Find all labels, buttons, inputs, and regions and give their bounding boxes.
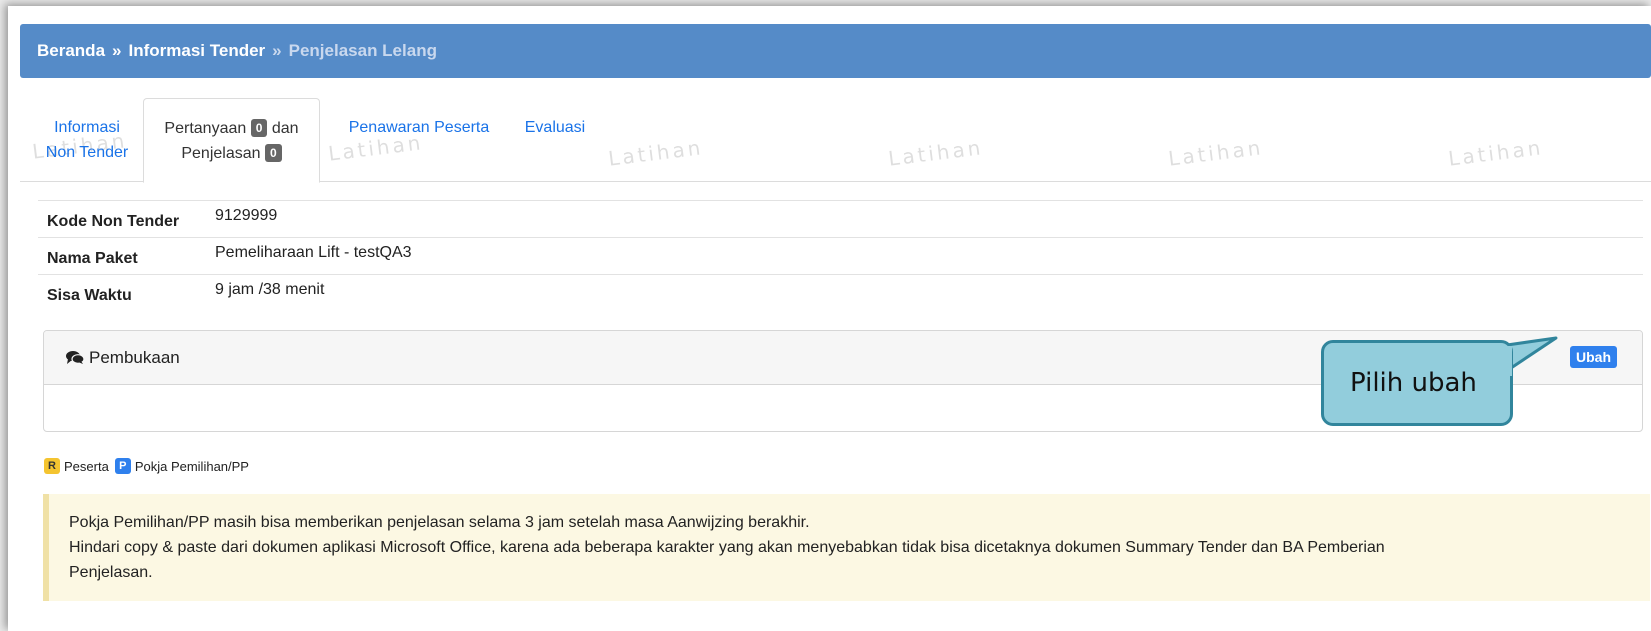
instruction-callout: Pilih ubah (1321, 340, 1513, 426)
callout-pointer-cover (1500, 346, 1512, 376)
tab-informasi-non-tender[interactable]: Informasi Non Tender (31, 98, 143, 182)
breadcrumb-separator: » (272, 41, 282, 60)
tab-label: Informasi (54, 119, 120, 136)
tab-evaluasi[interactable]: Evaluasi (514, 98, 596, 182)
row-value: Pemeliharaan Lift - testQA3 (215, 237, 1643, 275)
tab-label: Non Tender (45, 144, 129, 161)
row-value: 9 jam /38 menit (215, 274, 1643, 312)
tab-label: dan (271, 120, 299, 137)
row-label: Nama Paket (38, 237, 215, 275)
peserta-badge: R (44, 458, 60, 474)
breadcrumb-separator: » (112, 41, 122, 60)
breadcrumb-home-link[interactable]: Beranda (37, 41, 105, 61)
tab-label: Penawaran Peserta (348, 119, 490, 136)
ubah-button[interactable]: Ubah (1570, 346, 1617, 368)
page-frame: Latihan Latihan Latihan Latihan Latihan … (8, 6, 1651, 631)
alert-line: Hindari copy & paste dari dokumen aplika… (69, 539, 1385, 556)
table-row: Sisa Waktu 9 jam /38 menit (38, 274, 1643, 312)
tab-label: Penjelasan (181, 145, 261, 162)
tab-label: Pertanyaan (164, 120, 247, 137)
tab-penawaran-peserta[interactable]: Penawaran Peserta (338, 98, 500, 182)
table-row: Kode Non Tender 9129999 (38, 200, 1643, 238)
alert-line: Penjelasan. (69, 564, 153, 581)
alert-line: Pokja Pemilihan/PP masih bisa memberikan… (69, 514, 810, 531)
table-row: Nama Paket Pemeliharaan Lift - testQA3 (38, 237, 1643, 275)
tab-pertanyaan-penjelasan[interactable]: Pertanyaan 0 dan Penjelasan 0 (143, 98, 320, 183)
tab-label: Evaluasi (524, 119, 586, 136)
row-value: 9129999 (215, 200, 1643, 238)
row-label: Kode Non Tender (38, 200, 215, 238)
info-table: Kode Non Tender 9129999 Nama Paket Pemel… (38, 200, 1643, 312)
legend-label: Peserta (64, 458, 109, 474)
panel-title: Pembukaan (89, 347, 180, 367)
callout-text: Pilih ubah (1350, 368, 1477, 398)
explanation-count-badge: 0 (264, 144, 282, 162)
tab-bar: Informasi Non Tender Pertanyaan 0 dan Pe… (20, 98, 1651, 183)
legend-label: Pokja Pemilihan/PP (134, 458, 249, 474)
row-label: Sisa Waktu (38, 274, 215, 312)
info-alert: Pokja Pemilihan/PP masih bisa memberikan… (43, 494, 1650, 601)
question-count-badge: 0 (250, 119, 268, 137)
pokja-badge: P (114, 458, 131, 474)
breadcrumb-current: Penjelasan Lelang (288, 41, 437, 60)
comments-icon (66, 351, 84, 364)
breadcrumb: Beranda » Informasi Tender » Penjelasan … (20, 24, 1651, 78)
role-legend: R Peserta P Pokja Pemilihan/PP (44, 458, 249, 474)
breadcrumb-info-link[interactable]: Informasi Tender (129, 41, 266, 61)
